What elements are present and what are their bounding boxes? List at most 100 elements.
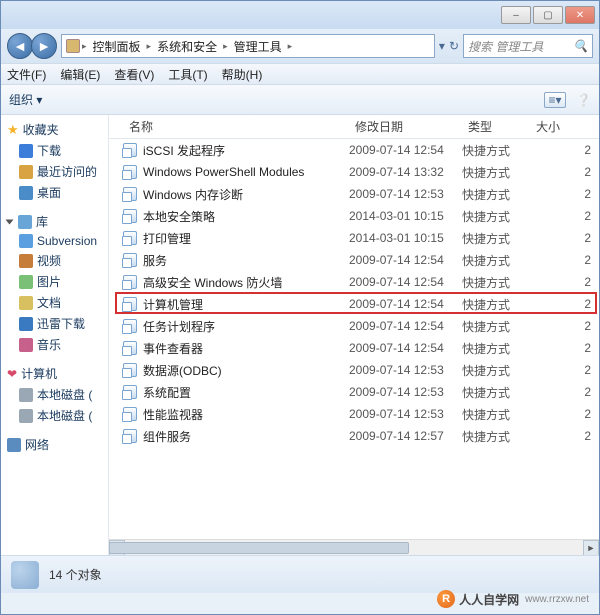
table-row[interactable]: 任务计划程序2009-07-14 12:54快捷方式2 (109, 315, 599, 337)
sidebar-item[interactable]: 视频 (1, 250, 108, 271)
menu-help[interactable]: 帮助(H) (222, 66, 263, 83)
sidebar-network[interactable]: 网络 (1, 434, 108, 455)
crumb-0[interactable]: 控制面板 (89, 38, 145, 55)
menu-file[interactable]: 文件(F) (7, 66, 46, 83)
sidebar-favorites[interactable]: ★ 收藏夹 (1, 119, 108, 140)
sidebar-item[interactable]: 音乐 (1, 334, 108, 355)
file-name: 任务计划程序 (143, 318, 215, 335)
col-date[interactable]: 修改日期 (349, 118, 462, 135)
sidebar-item-drive[interactable]: 本地磁盘 ( (1, 405, 108, 426)
sidebar-item-label: 音乐 (37, 336, 61, 353)
heart-icon: ❤ (7, 367, 17, 381)
library-icon (19, 338, 33, 352)
titlebar[interactable]: – ▢ ✕ (1, 1, 599, 29)
menu-edit[interactable]: 编辑(E) (60, 66, 100, 83)
file-date: 2009-07-14 12:53 (349, 187, 462, 201)
file-type: 快捷方式 (462, 274, 530, 291)
back-button[interactable]: ◄ (7, 33, 33, 59)
sidebar-item-drive[interactable]: 本地磁盘 ( (1, 384, 108, 405)
scroll-thumb[interactable] (109, 542, 409, 554)
file-name: 高级安全 Windows 防火墙 (143, 274, 282, 291)
scroll-right-icon[interactable]: ► (583, 540, 599, 555)
status-text: 14 个对象 (49, 566, 102, 583)
dropdown-icon[interactable]: ▾ (439, 39, 445, 53)
crumb-1[interactable]: 系统和安全 (153, 38, 221, 55)
sidebar-item-label: 图片 (37, 273, 61, 290)
file-type: 快捷方式 (462, 340, 530, 357)
table-row[interactable]: 服务2009-07-14 12:54快捷方式2 (109, 249, 599, 271)
sidebar-item[interactable]: 最近访问的 (1, 161, 108, 182)
table-row[interactable]: Windows 内存诊断2009-07-14 12:53快捷方式2 (109, 183, 599, 205)
file-size: 2 (530, 187, 599, 201)
file-date: 2009-07-14 12:53 (349, 407, 462, 421)
shortcut-icon (123, 385, 137, 399)
table-row[interactable]: Windows PowerShell Modules2009-07-14 13:… (109, 161, 599, 183)
file-size: 2 (530, 385, 599, 399)
column-headers: 名称 修改日期 类型 大小 (109, 115, 599, 139)
table-row[interactable]: 打印管理2014-03-01 10:15快捷方式2 (109, 227, 599, 249)
sidebar-item[interactable]: Subversion (1, 232, 108, 250)
shortcut-icon (123, 275, 137, 289)
file-date: 2009-07-14 12:53 (349, 385, 462, 399)
view-options-icon[interactable]: ≡▾ (544, 92, 566, 108)
file-name: 性能监视器 (143, 406, 203, 423)
breadcrumb[interactable]: ▸ 控制面板 ▸ 系统和安全 ▸ 管理工具 ▸ (61, 34, 435, 58)
minimize-button[interactable]: – (501, 6, 531, 24)
search-placeholder: 搜索 管理工具 (468, 38, 543, 55)
file-name: 计算机管理 (143, 296, 203, 313)
sidebar-item-label: 文档 (37, 294, 61, 311)
file-name: 事件查看器 (143, 340, 203, 357)
col-size[interactable]: 大小 (530, 118, 599, 135)
chevron-right-icon: ▸ (147, 41, 152, 52)
table-row[interactable]: 组件服务2009-07-14 12:57快捷方式2 (109, 425, 599, 447)
search-input[interactable]: 搜索 管理工具 🔍 (463, 34, 593, 58)
close-button[interactable]: ✕ (565, 6, 595, 24)
table-row[interactable]: 系统配置2009-07-14 12:53快捷方式2 (109, 381, 599, 403)
refresh-icon[interactable]: ↻ (449, 39, 459, 53)
sidebar-computer[interactable]: ❤ 计算机 (1, 363, 108, 384)
shortcut-icon (123, 143, 137, 157)
file-size: 2 (530, 143, 599, 157)
folder-icon (19, 186, 33, 200)
file-date: 2009-07-14 12:54 (349, 275, 462, 289)
horizontal-scrollbar[interactable]: ◄ ► (109, 539, 599, 555)
table-row[interactable]: 事件查看器2009-07-14 12:54快捷方式2 (109, 337, 599, 359)
sidebar-item-label: Subversion (37, 234, 97, 248)
sidebar-item[interactable]: 文档 (1, 292, 108, 313)
table-row[interactable]: 计算机管理2009-07-14 12:54快捷方式2 (109, 293, 599, 315)
shortcut-icon (123, 209, 137, 223)
sidebar-item[interactable]: 桌面 (1, 182, 108, 203)
library-icon (19, 234, 33, 248)
libraries-label: 库 (36, 213, 48, 230)
menu-view[interactable]: 查看(V) (114, 66, 154, 83)
shortcut-icon (123, 253, 137, 267)
addressbar: ◄ ► ▸ 控制面板 ▸ 系统和安全 ▸ 管理工具 ▸ ▾ ↻ 搜索 管理工具 … (1, 29, 599, 63)
sidebar-item[interactable]: 图片 (1, 271, 108, 292)
sidebar-item[interactable]: 下载 (1, 140, 108, 161)
body: ★ 收藏夹 下载最近访问的桌面 库 Subversion 视频图片文档迅雷下载音乐… (1, 115, 599, 555)
table-row[interactable]: 本地安全策略2014-03-01 10:15快捷方式2 (109, 205, 599, 227)
help-icon[interactable]: ❔ (576, 93, 591, 107)
file-date: 2009-07-14 12:57 (349, 429, 462, 443)
sidebar-computer-group: ❤ 计算机 本地磁盘 (本地磁盘 ( (1, 363, 108, 426)
table-row[interactable]: 性能监视器2009-07-14 12:53快捷方式2 (109, 403, 599, 425)
watermark-text: 人人自学网 (459, 591, 519, 608)
col-type[interactable]: 类型 (462, 118, 530, 135)
shortcut-icon (123, 187, 137, 201)
explorer-window: – ▢ ✕ ◄ ► ▸ 控制面板 ▸ 系统和安全 ▸ 管理工具 ▸ ▾ ↻ 搜索… (0, 0, 600, 615)
table-row[interactable]: 高级安全 Windows 防火墙2009-07-14 12:54快捷方式2 (109, 271, 599, 293)
maximize-button[interactable]: ▢ (533, 6, 563, 24)
crumb-2[interactable]: 管理工具 (230, 38, 286, 55)
forward-button[interactable]: ► (31, 33, 57, 59)
col-name[interactable]: 名称 (123, 118, 349, 135)
sidebar-item[interactable]: 迅雷下载 (1, 313, 108, 334)
sidebar-libraries-group: 库 Subversion 视频图片文档迅雷下载音乐 (1, 211, 108, 355)
menu-tools[interactable]: 工具(T) (168, 66, 207, 83)
file-size: 2 (530, 341, 599, 355)
table-row[interactable]: 数据源(ODBC)2009-07-14 12:53快捷方式2 (109, 359, 599, 381)
organize-button[interactable]: 组织 ▾ (9, 91, 42, 108)
computer-label: 计算机 (21, 365, 57, 382)
table-row[interactable]: iSCSI 发起程序2009-07-14 12:54快捷方式2 (109, 139, 599, 161)
sidebar-libraries[interactable]: 库 (1, 211, 108, 232)
shortcut-icon (123, 429, 137, 443)
